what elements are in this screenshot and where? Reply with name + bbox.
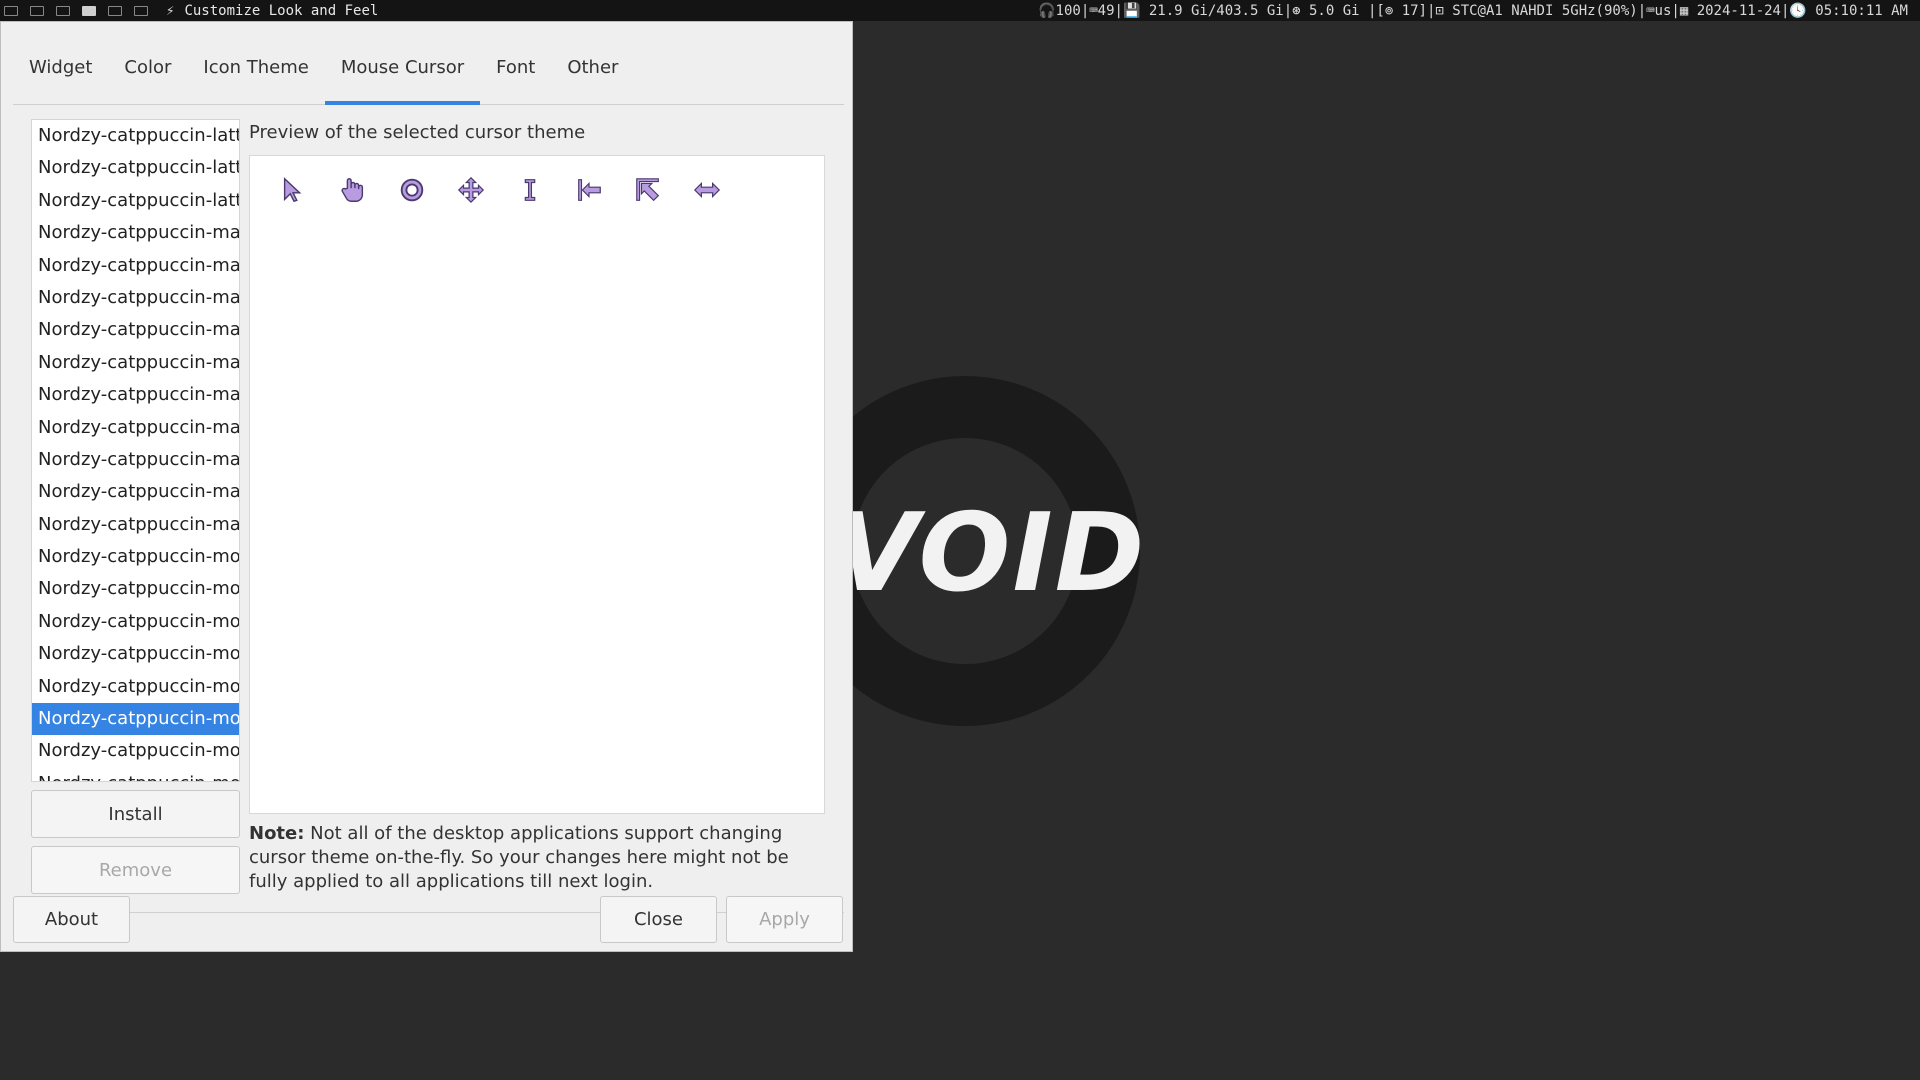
left-side-cursor-icon [559,174,618,206]
theme-list-item[interactable]: Nordzy-catppuccin-macchiato [32,509,239,541]
customize-look-and-feel-window: Widget Color Icon Theme Mouse Cursor Font Oth… [0,21,853,952]
workspace-3[interactable] [56,5,70,16]
tab-other[interactable]: Other [551,32,634,104]
note-body: Not all of the desktop applications supp… [249,823,789,892]
cursor-preview-row [264,174,736,206]
wait-cursor-icon [382,174,441,206]
tab-mouse-cursor[interactable]: Mouse Cursor [324,32,481,105]
theme-list-item[interactable]: Nordzy-catppuccin-mocha [32,735,239,767]
window-title: Customize Look and Feel [184,2,379,19]
cursor-theme-list[interactable]: Nordzy-catppuccin-latte Nordzy-catppuccin… [31,119,240,782]
workspace-6[interactable] [134,5,148,16]
tab-icon-theme[interactable]: Icon Theme [187,32,324,104]
theme-list-item[interactable]: Nordzy-catppuccin-macchiato [32,412,239,444]
theme-list-item[interactable]: Nordzy-catppuccin-mocha [32,768,239,781]
preview-label: Preview of the selected cursor theme [249,122,586,143]
top-left-corner-cursor-icon [618,174,677,206]
theme-list-item[interactable]: Nordzy-catppuccin-mocha [32,671,239,703]
theme-list-item[interactable]: Nordzy-catppuccin-macchiato [32,282,239,314]
move-cursor-icon [441,174,500,206]
tab-bar: Widget Color Icon Theme Mouse Cursor Font Oth… [13,32,844,105]
theme-list-item[interactable]: Nordzy-catppuccin-macchiato [32,217,239,249]
remove-button[interactable]: Remove [31,846,240,894]
theme-list-item[interactable]: Nordzy-catppuccin-mocha [32,573,239,605]
workspace-2[interactable] [30,5,44,16]
top-bar: ⚡ Customize Look and Feel 🎧100|⌨49|💾 21.… [0,0,1920,21]
tab-font[interactable]: Font [480,32,551,104]
cursor-preview-area [249,155,825,814]
theme-list-item[interactable]: Nordzy-catppuccin-mocha [32,703,239,736]
arrow-cursor-icon [264,174,323,206]
workspace-indicators [4,5,160,16]
note-text: Note: Not all of the desktop application… [249,822,829,894]
text-cursor-icon [500,174,559,206]
tab-widget[interactable]: Widget [13,32,108,104]
theme-list-item[interactable]: Nordzy-catppuccin-macchiato [32,347,239,379]
theme-list-item[interactable]: Nordzy-catppuccin-macchiato [32,444,239,476]
theme-list-item[interactable]: Nordzy-catppuccin-latte [32,185,239,217]
workspace-4[interactable] [82,5,96,16]
bolt-icon: ⚡ [166,2,175,19]
about-button[interactable]: About [13,896,130,943]
horizontal-resize-cursor-icon [677,174,736,206]
theme-list-item[interactable]: Nordzy-catppuccin-latte [32,120,239,152]
apply-button[interactable]: Apply [726,896,843,943]
theme-list-item[interactable]: Nordzy-catppuccin-macchiato [32,250,239,282]
workspace-5[interactable] [108,5,122,16]
workspace-1[interactable] [4,5,18,16]
theme-list-item[interactable]: Nordzy-catppuccin-macchiato [32,379,239,411]
theme-list-item[interactable]: Nordzy-catppuccin-latte [32,152,239,184]
theme-list-item[interactable]: Nordzy-catppuccin-mocha [32,606,239,638]
status-bar: 🎧100|⌨49|💾 21.9 Gi/403.5 Gi|⊛ 5.0 Gi |[⊚… [1038,2,1908,19]
separator [13,912,844,913]
theme-list-item[interactable]: Nordzy-catppuccin-mocha [32,541,239,573]
theme-list-item[interactable]: Nordzy-catppuccin-macchiato [32,476,239,508]
hand-cursor-icon [323,174,382,206]
void-logo: VOID [835,491,1147,616]
theme-list-item[interactable]: Nordzy-catppuccin-macchiato [32,314,239,346]
tab-color[interactable]: Color [108,32,187,104]
close-button[interactable]: Close [600,896,717,943]
note-label: Note: [249,823,305,844]
theme-list-item[interactable]: Nordzy-catppuccin-mocha [32,638,239,670]
install-button[interactable]: Install [31,790,240,838]
